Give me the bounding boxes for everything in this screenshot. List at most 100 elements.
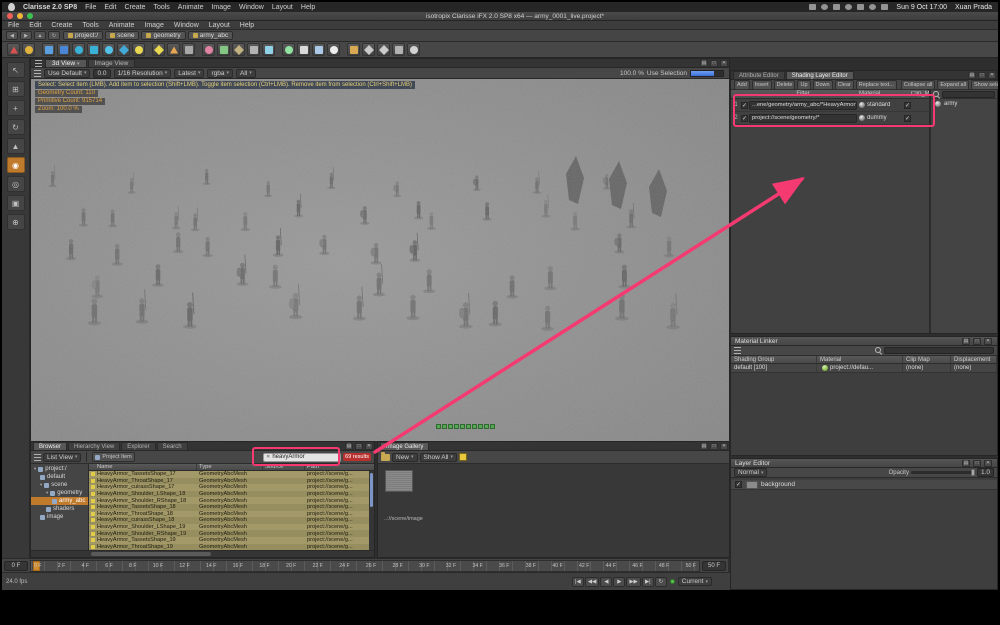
group-node-icon[interactable] — [247, 43, 260, 56]
implicit-sphere-icon[interactable] — [102, 43, 115, 56]
image-node-icon[interactable] — [297, 43, 310, 56]
clear-button[interactable]: Clear — [834, 79, 854, 90]
menu-layout[interactable]: Layout — [209, 22, 230, 29]
panel-maximize-icon[interactable] — [973, 338, 981, 345]
utility-node-icon[interactable] — [232, 43, 245, 56]
panel-close-icon[interactable] — [984, 338, 992, 345]
shading-group-cell[interactable]: default [100] — [731, 364, 817, 372]
wifi-icon[interactable] — [845, 4, 853, 10]
light-spot-icon[interactable] — [167, 43, 180, 56]
macos-menu-image[interactable]: Image — [211, 4, 230, 11]
add-item-icon[interactable]: ⊕ — [6, 214, 25, 230]
s-curve-icon[interactable] — [407, 43, 420, 56]
layer-visibility-checkbox[interactable] — [735, 481, 742, 488]
light-distant-icon[interactable] — [132, 43, 145, 56]
current-frame-selector[interactable]: Current — [677, 577, 712, 586]
bluetooth-icon[interactable] — [833, 4, 841, 10]
expand-all-button[interactable]: Expand all — [937, 79, 970, 90]
column-clip-map[interactable]: Clip Map — [903, 356, 951, 363]
panel-maximize-icon[interactable] — [710, 60, 718, 67]
curve-tool-icon[interactable] — [117, 43, 130, 56]
column-shading-group[interactable]: Shading Group — [731, 356, 817, 363]
filter-pattern-cell[interactable]: project://scene/geometry/* — [749, 113, 857, 123]
clip-map-cell[interactable]: (none) — [903, 364, 951, 372]
material-linker-row[interactable]: default [100] project://defau... (none) (no… — [731, 364, 997, 373]
lod-selector[interactable]: All — [235, 68, 256, 78]
displacement-cell[interactable]: (none) — [951, 364, 997, 372]
battery-icon[interactable] — [857, 4, 865, 10]
loop-button[interactable]: ↻ — [654, 576, 667, 587]
tree-item-default[interactable]: default — [31, 473, 88, 481]
panel-maximize-icon[interactable] — [973, 460, 981, 467]
breadcrumb-segment-geometry[interactable]: geometry — [141, 31, 186, 40]
browser-menu-icon[interactable] — [34, 453, 41, 461]
table-row[interactable]: HeavyArmor_Shoulder_RShape_18 GeometryAbc… — [89, 497, 374, 504]
up-button[interactable]: Up — [797, 79, 811, 90]
clip-map-checkbox[interactable] — [904, 114, 911, 122]
table-row[interactable]: HeavyArmor_TassetsShape_19 GeometryAbcMes… — [89, 536, 374, 544]
collapse-all-button[interactable]: Collapse all — [900, 79, 936, 90]
clear-search-icon[interactable] — [266, 454, 270, 460]
panel-close-icon[interactable] — [988, 72, 996, 79]
macos-app-name[interactable]: Clarisse 2.0 SP8 — [23, 4, 77, 11]
spotlight-icon[interactable] — [869, 4, 877, 10]
shading-layer-icon[interactable] — [347, 43, 360, 56]
go-to-start-button[interactable]: |◀ — [571, 576, 584, 587]
insert-button[interactable]: Insert — [751, 79, 772, 90]
menu-edit[interactable]: Edit — [29, 22, 41, 29]
expand-arrow-icon[interactable]: ▾ — [34, 466, 36, 472]
tab-image-gallery[interactable]: Image Gallery — [380, 442, 430, 450]
macos-menu-tools[interactable]: Tools — [153, 4, 169, 11]
notification-center-icon[interactable] — [881, 4, 889, 10]
panel-close-icon[interactable] — [365, 443, 373, 450]
macos-menu-edit[interactable]: Edit — [104, 4, 116, 11]
panel-close-icon[interactable] — [720, 60, 728, 67]
frame-ruler[interactable]: 0 F 2 F 4 F 6 F 8 F 10 F 12 F 14 F 16 F 18 F 20 F 2… — [30, 559, 700, 572]
material-ball-icon[interactable] — [202, 43, 215, 56]
prev-frame-button[interactable]: ◀ — [600, 576, 613, 587]
column-filter[interactable]: Filter — [747, 91, 859, 97]
menu-animate[interactable]: Animate — [109, 22, 135, 29]
pointer-tool-icon[interactable]: ↖ — [6, 62, 25, 78]
down-button[interactable]: Down — [812, 79, 833, 90]
nav-forward-button[interactable]: ▶ — [20, 31, 32, 40]
select-mode-icon[interactable] — [7, 43, 20, 56]
tree-item-geometry[interactable]: ▾ geometry — [31, 489, 88, 497]
volume-icon[interactable] — [809, 4, 817, 10]
filter-type-button[interactable]: Project Item — [92, 452, 135, 462]
polymesh-sphere-icon[interactable] — [72, 43, 85, 56]
table-row[interactable]: HeavyArmor_ThroatShape_18 GeometryAbcMesh… — [89, 510, 374, 518]
menu-help[interactable]: Help — [240, 22, 254, 29]
column-name[interactable]: Name — [89, 464, 197, 470]
table-row[interactable]: HeavyArmor_ThroatShape_17 GeometryAbcMesh… — [89, 477, 374, 485]
nav-refresh-button[interactable]: ↻ — [48, 31, 60, 40]
polymesh-cube-icon[interactable] — [57, 43, 70, 56]
macos-menu-animate[interactable]: Animate — [178, 4, 204, 11]
rotate-tool-icon[interactable]: ↻ — [6, 119, 25, 135]
resolution-selector[interactable]: 1/16 Resolution — [113, 68, 172, 78]
marquee-select-icon[interactable]: ⊞ — [6, 81, 25, 97]
color-swatch-icon[interactable] — [458, 453, 467, 461]
material-cell[interactable]: standard — [867, 102, 903, 108]
column-material[interactable]: Material — [859, 91, 911, 97]
add-button[interactable]: Add — [734, 79, 750, 90]
table-row[interactable]: HeavyArmor_cuirassShape_17 GeometryAbcMes… — [89, 484, 374, 491]
filter-pattern-cell[interactable]: ...ene/geometry/army_abc/*HeavyArmor* — [749, 100, 857, 110]
browser-search-input[interactable]: heavyArmor — [263, 452, 342, 462]
row-enabled-checkbox[interactable] — [741, 101, 748, 109]
close-window-button[interactable] — [7, 13, 13, 19]
nav-up-button[interactable]: ▲ — [34, 31, 46, 40]
panel-options-icon[interactable] — [968, 72, 976, 79]
clip-map-checkbox[interactable] — [904, 101, 911, 109]
combiner-icon[interactable] — [262, 43, 275, 56]
table-row[interactable]: HeavyArmor_TassetsShape_17 GeometryAbcMes… — [89, 471, 374, 478]
tab-image-view[interactable]: Image View — [87, 59, 136, 67]
snap-tool-icon[interactable]: ◉ — [6, 157, 25, 173]
column-displacement[interactable]: Displacement — [951, 356, 997, 363]
expand-arrow-icon[interactable]: ▾ — [46, 490, 48, 496]
table-row[interactable]: HeavyArmor_Shoulder_LShape_18 GeometryAbc… — [89, 490, 374, 498]
table-row[interactable]: HeavyArmor_Shoulder_RShape_19 GeometryAbc… — [89, 530, 374, 537]
breadcrumb-segment-scene[interactable]: scene — [105, 31, 140, 40]
view-mode-selector[interactable]: List View — [43, 452, 82, 462]
samples-field[interactable]: 0.0 — [93, 68, 111, 78]
